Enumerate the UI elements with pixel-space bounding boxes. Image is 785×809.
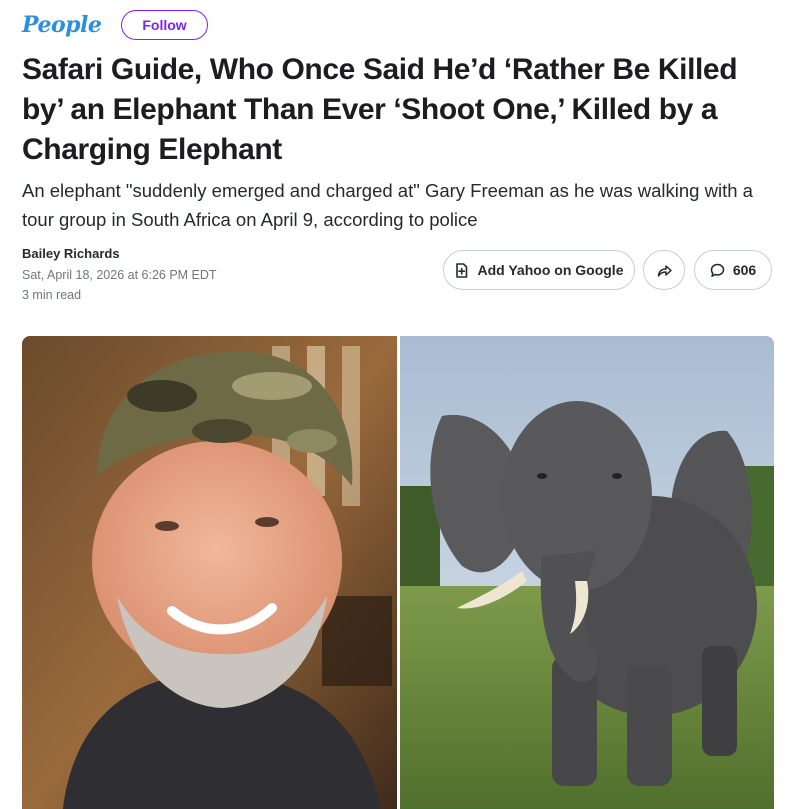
- elephant-photo: [400, 336, 774, 809]
- byline: Bailey Richards Sat, April 18, 2026 at 6…: [22, 246, 217, 302]
- article-subheadline: An elephant "suddenly emerged and charge…: [22, 180, 753, 230]
- top-bar: People Follow: [22, 10, 208, 40]
- comment-count: 606: [732, 262, 757, 278]
- comment-icon: [710, 263, 725, 278]
- man-in-camo-cap-photo: [22, 336, 397, 809]
- share-button[interactable]: [643, 250, 685, 290]
- share-icon: [657, 264, 672, 277]
- comments-button[interactable]: 606: [694, 250, 772, 290]
- article-headline: Safari Guide, Who Once Said He’d ‘Rather…: [22, 53, 738, 166]
- publish-date: Sat, April 18, 2026 at 6:26 PM EDT: [22, 268, 217, 282]
- add-source-icon: [455, 262, 468, 278]
- read-time: 3 min read: [22, 288, 82, 302]
- author-name[interactable]: Bailey Richards: [22, 246, 217, 261]
- hero-image: [22, 336, 774, 809]
- follow-button[interactable]: Follow: [121, 10, 208, 40]
- people-logo[interactable]: People: [22, 12, 102, 38]
- add-yahoo-on-google-button[interactable]: Add Yahoo on Google: [443, 250, 635, 290]
- add-yahoo-on-google-label: Add Yahoo on Google: [477, 262, 624, 278]
